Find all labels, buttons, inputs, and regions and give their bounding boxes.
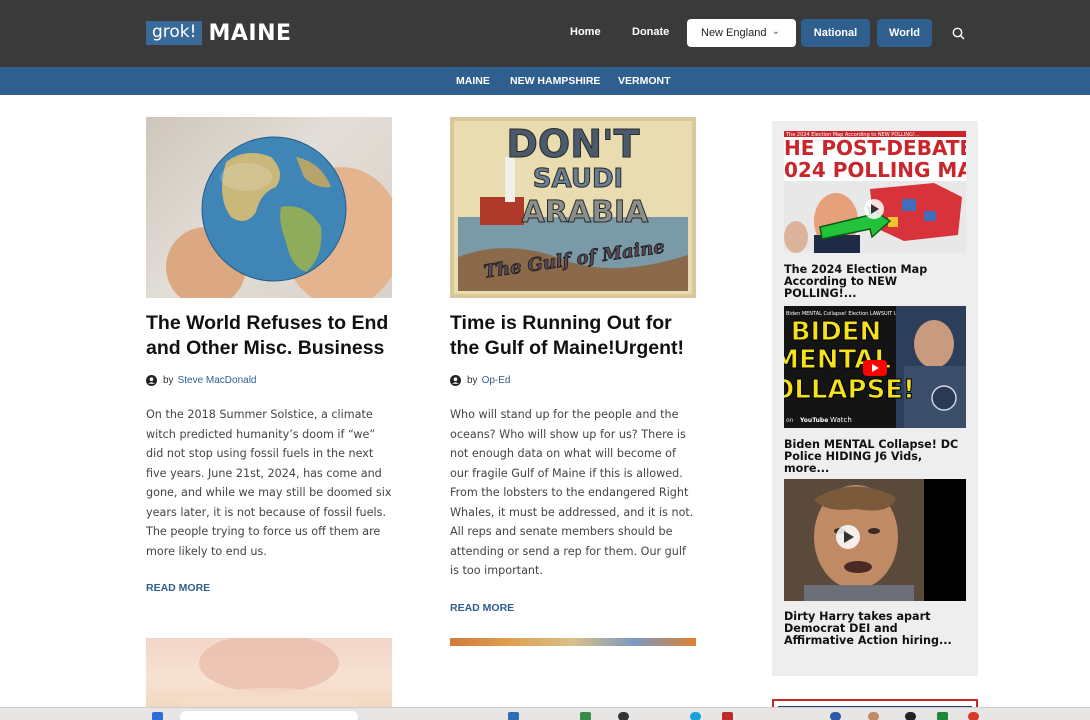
logo-text: MAINE [208,20,292,46]
dont-saudi-arabia-postcard-image: DON'T SAUDI ARABIA The Gulf of Maine [454,121,692,294]
video2-thumb-line1: BIDEN [791,317,882,347]
article-excerpt: On the 2018 Summer Solstice, a climate w… [146,408,392,558]
taskbar-app-icon[interactable] [722,712,733,720]
chevron-down-icon: ⌄ [771,26,780,37]
postcard-line3: ARABIA [522,195,650,230]
region-select[interactable]: New England ⌄ [687,19,796,47]
taskbar-app-icon[interactable] [508,712,519,720]
byline-prefix: by [163,375,174,386]
user-icon [146,375,157,386]
region-select-value: New England [701,27,767,39]
taskbar-app-icon[interactable] [580,712,591,720]
nav-donate-link[interactable]: Donate [632,26,669,38]
video-thumbnail[interactable] [784,479,966,601]
video1-thumb-line2: 024 POLLING MA [784,158,966,182]
taskbar-app-icon[interactable] [868,712,879,720]
taskbar-app-icon[interactable] [968,712,979,720]
video-title[interactable]: The 2024 Election Map According to NEW P… [784,264,966,300]
user-icon [450,375,461,386]
subnav-item-new-hampshire[interactable]: NEW HAMPSHIRE [510,75,600,87]
video-title[interactable]: Biden MENTAL Collapse! DC Police HIDING … [784,439,966,475]
article-byline: by Steve MacDonald [146,375,392,386]
video-item[interactable]: The 2024 Election Map According to NEW P… [784,131,966,300]
video2-thumb-line3: COLLAPSE! [784,375,915,405]
video-title[interactable]: Dirty Harry takes apart Democrat DEI and… [784,611,966,647]
video2-youtube-label: YouTube [799,417,828,424]
postcard-line2: SAUDI [533,164,623,194]
nav-home-link[interactable]: Home [570,26,601,38]
article-byline: by Op-Ed [450,375,696,386]
nav-national-button[interactable]: National [801,19,870,47]
read-more-link[interactable]: READ MORE [146,582,392,594]
video1-thumb-line1: HE POST-DEBATE [784,136,966,160]
article-card: The World Refuses to End and Other Misc.… [146,117,392,594]
taskbar-app-icon[interactable] [690,712,701,720]
author-link[interactable]: Steve MacDonald [178,375,257,386]
election-map-thumbnail-image: The 2024 Election Map According to NEW P… [784,131,966,253]
video2-watch-prefix: on [786,417,794,424]
taskbar-app-icon[interactable] [937,712,948,720]
subnav-item-vermont[interactable]: VERMONT [618,75,671,87]
byline-prefix: by [467,375,478,386]
windows-start-icon[interactable] [152,712,163,720]
postcard-line1: DON'T [506,122,639,166]
nav-world-button[interactable]: World [877,19,932,47]
article-title[interactable]: The World Refuses to End and Other Misc.… [146,311,392,361]
taskbar-app-icon[interactable] [618,712,629,720]
state-subnav: MAINE NEW HAMPSHIRE VERMONT [0,67,1090,95]
subnav-item-maine[interactable]: MAINE [456,75,490,87]
article-excerpt: Who will stand up for the people and the… [450,408,694,577]
site-header: grok! MAINE Home Donate New England ⌄ Na… [0,0,1090,67]
video-thumbnail[interactable]: The 2024 Election Map According to NEW P… [784,131,966,253]
video-thumbnail[interactable]: Biden MENTAL Collapse! Election LAWSUIT … [784,306,966,428]
video-sidebar: The 2024 Election Map According to NEW P… [772,121,978,676]
video2-watch-label: Watch [830,416,852,424]
article-card: DON'T SAUDI ARABIA The Gulf of Maine Tim… [450,117,696,614]
biden-collapse-thumbnail-image: Biden MENTAL Collapse! Election LAWSUIT … [784,306,966,428]
read-more-link[interactable]: READ MORE [450,602,696,614]
video-item[interactable]: Dirty Harry takes apart Democrat DEI and… [784,479,966,647]
taskbar-app-icon[interactable] [830,712,841,720]
dirty-harry-thumbnail-image [784,479,966,601]
logo-badge: grok! [146,21,203,45]
article-thumbnail-globe[interactable] [146,117,392,298]
taskbar-app-icon[interactable] [905,712,916,720]
search-icon[interactable] [952,27,965,40]
article-thumbnail-partial-2[interactable] [450,638,696,646]
video-item[interactable]: Biden MENTAL Collapse! Election LAWSUIT … [784,306,966,475]
author-link[interactable]: Op-Ed [482,375,511,386]
globe-in-hand-image [166,136,392,298]
taskbar-search-box[interactable] [180,711,358,720]
article-title[interactable]: Time is Running Out for the Gulf of Main… [450,311,696,361]
site-logo[interactable]: grok! MAINE [146,20,292,46]
os-taskbar [0,707,1090,720]
article-thumbnail-gulf-of-maine[interactable]: DON'T SAUDI ARABIA The Gulf of Maine [450,117,696,298]
